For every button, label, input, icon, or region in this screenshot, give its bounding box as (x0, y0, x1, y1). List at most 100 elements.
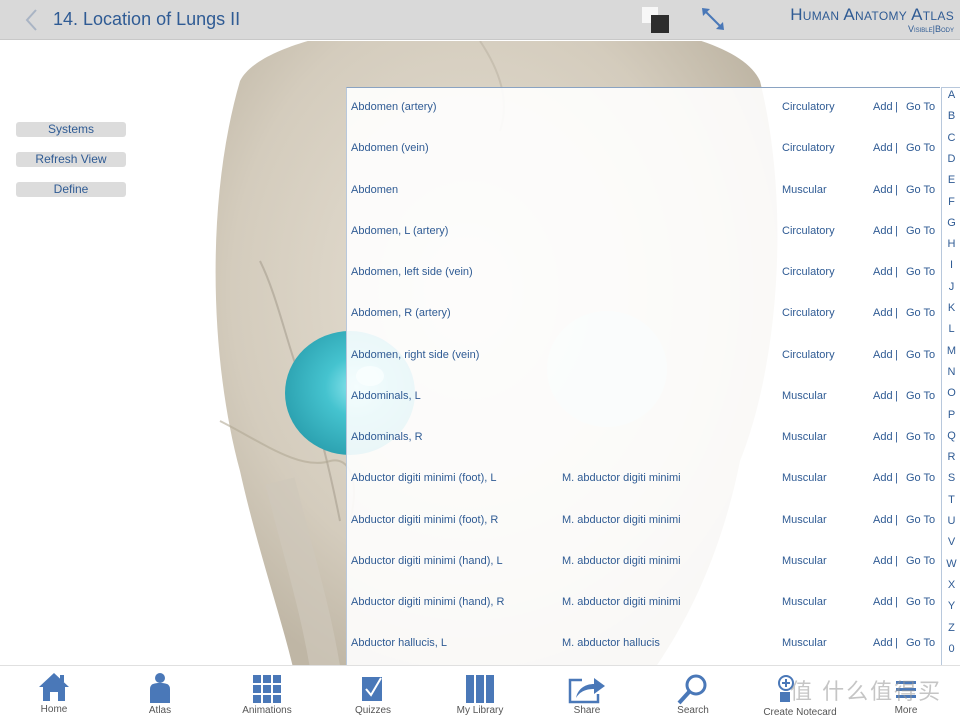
list-row[interactable]: Abdomen (vein) Circulatory Add | Go To (347, 129, 940, 170)
nav-animations[interactable]: Animations (222, 666, 312, 721)
index-letter[interactable]: E (942, 174, 960, 186)
goto-link[interactable]: Go To (906, 472, 935, 484)
structure-name[interactable]: Abdomen, R (artery) (351, 307, 451, 319)
index-letter[interactable]: V (942, 536, 960, 548)
structure-name[interactable]: Abdomen (vein) (351, 142, 429, 154)
index-letter[interactable]: T (942, 494, 960, 506)
goto-link[interactable]: Go To (906, 514, 935, 526)
index-letter[interactable]: M (942, 345, 960, 357)
structure-name[interactable]: Abdominals, R (351, 431, 423, 443)
back-chevron-icon[interactable] (22, 8, 42, 32)
structure-name[interactable]: Abductor hallucis, L (351, 637, 447, 649)
index-letter[interactable]: X (942, 579, 960, 591)
goto-link[interactable]: Go To (906, 266, 935, 278)
latin-name: M. abductor digiti minimi (562, 554, 681, 567)
goto-link[interactable]: Go To (906, 142, 935, 154)
list-row[interactable]: Abductor digiti minimi (foot), R M. abduc… (347, 501, 940, 542)
nav-search[interactable]: Search (648, 666, 738, 721)
list-row[interactable]: Abdomen, R (artery) Circulatory Add | Go To (347, 294, 940, 335)
list-row[interactable]: Abdomen (artery) Circulatory Add | Go To (347, 88, 940, 129)
structure-name[interactable]: Abdomen, right side (vein) (351, 349, 479, 361)
list-row[interactable]: Abductor digiti minimi (hand), R M. abduc… (347, 583, 940, 624)
add-link[interactable]: Add (873, 266, 893, 278)
add-link[interactable]: Add (873, 390, 893, 402)
list-row[interactable]: Abdomen Muscular Add | Go To (347, 171, 940, 212)
add-link[interactable]: Add (873, 307, 893, 319)
index-letter[interactable]: W (942, 558, 960, 570)
index-letter[interactable]: I (942, 259, 960, 271)
list-row[interactable]: Abdomen, right side (vein) Circulatory Add… (347, 336, 940, 377)
nav-atlas[interactable]: Atlas (115, 666, 205, 721)
add-link[interactable]: Add (873, 225, 893, 237)
index-letter[interactable]: Z (942, 622, 960, 634)
list-row[interactable]: Abdominals, R Muscular Add | Go To (347, 418, 940, 459)
structure-list[interactable]: Abdomen (artery) Circulatory Add | Go To Abdo… (346, 87, 940, 665)
index-letter[interactable]: G (942, 217, 960, 229)
layers-toggle-icon[interactable] (642, 7, 670, 33)
structure-name[interactable]: Abdomen, left side (vein) (351, 266, 473, 278)
index-letter[interactable]: K (942, 302, 960, 314)
goto-link[interactable]: Go To (906, 101, 935, 113)
add-link[interactable]: Add (873, 184, 893, 196)
index-letter[interactable]: J (942, 281, 960, 293)
index-letter[interactable]: C (942, 132, 960, 144)
index-letter[interactable]: B (942, 110, 960, 122)
index-letter[interactable]: S (942, 472, 960, 484)
index-letter[interactable]: A (942, 89, 960, 101)
nav-my-library[interactable]: My Library (435, 666, 525, 721)
structure-name[interactable]: Abdomen (artery) (351, 101, 437, 113)
structure-name[interactable]: Abductor digiti minimi (foot), R (351, 514, 498, 526)
goto-link[interactable]: Go To (906, 225, 935, 237)
define-button[interactable]: Define (16, 182, 126, 197)
add-link[interactable]: Add (873, 142, 893, 154)
systems-button[interactable]: Systems (16, 122, 126, 137)
refresh-view-button[interactable]: Refresh View (16, 152, 126, 167)
goto-link[interactable]: Go To (906, 596, 935, 608)
list-row[interactable]: Abdomen, left side (vein) Circulatory Add |… (347, 253, 940, 294)
structure-name[interactable]: Abductor digiti minimi (hand), R (351, 596, 504, 608)
index-letter[interactable]: Y (942, 600, 960, 612)
index-letter[interactable]: 0 (942, 643, 960, 655)
list-row[interactable]: Abductor hallucis, L M. abductor hallucis… (347, 624, 940, 665)
structure-name[interactable]: Abdominals, L (351, 390, 421, 402)
index-letter[interactable]: P (942, 409, 960, 421)
add-link[interactable]: Add (873, 472, 893, 484)
structure-name[interactable]: Abductor digiti minimi (foot), L (351, 472, 497, 484)
goto-link[interactable]: Go To (906, 637, 935, 649)
add-link[interactable]: Add (873, 555, 893, 567)
list-row[interactable]: Abductor digiti minimi (hand), L M. abduc… (347, 542, 940, 583)
goto-link[interactable]: Go To (906, 307, 935, 319)
share-icon (568, 678, 605, 704)
add-link[interactable]: Add (873, 596, 893, 608)
index-letter[interactable]: D (942, 153, 960, 165)
index-letter[interactable]: O (942, 387, 960, 399)
structure-name[interactable]: Abductor digiti minimi (hand), L (351, 555, 503, 567)
index-letter[interactable]: L (942, 323, 960, 335)
nav-quizzes[interactable]: Quizzes (328, 666, 418, 721)
index-letter[interactable]: R (942, 451, 960, 463)
index-letter[interactable]: Q (942, 430, 960, 442)
index-letter[interactable]: F (942, 196, 960, 208)
list-row[interactable]: Abductor digiti minimi (foot), L M. abduc… (347, 459, 940, 500)
structure-name[interactable]: Abdomen (351, 184, 398, 196)
list-row[interactable]: Abdominals, L Muscular Add | Go To (347, 377, 940, 418)
add-link[interactable]: Add (873, 101, 893, 113)
goto-link[interactable]: Go To (906, 431, 935, 443)
add-link[interactable]: Add (873, 349, 893, 361)
index-letter[interactable]: H (942, 238, 960, 250)
add-link[interactable]: Add (873, 514, 893, 526)
nav-share[interactable]: Share (542, 666, 632, 721)
goto-link[interactable]: Go To (906, 184, 935, 196)
index-letter[interactable]: U (942, 515, 960, 527)
add-link[interactable]: Add (873, 431, 893, 443)
goto-link[interactable]: Go To (906, 555, 935, 567)
expand-icon[interactable] (700, 6, 726, 32)
goto-link[interactable]: Go To (906, 390, 935, 402)
alphabet-index[interactable]: ABCDEFGHIJKLMNOPQRSTUVWXYZ 0 (941, 87, 960, 665)
add-link[interactable]: Add (873, 637, 893, 649)
index-letter[interactable]: N (942, 366, 960, 378)
list-row[interactable]: Abdomen, L (artery) Circulatory Add | Go To (347, 212, 940, 253)
goto-link[interactable]: Go To (906, 349, 935, 361)
nav-home[interactable]: Home (9, 666, 99, 721)
structure-name[interactable]: Abdomen, L (artery) (351, 225, 448, 237)
